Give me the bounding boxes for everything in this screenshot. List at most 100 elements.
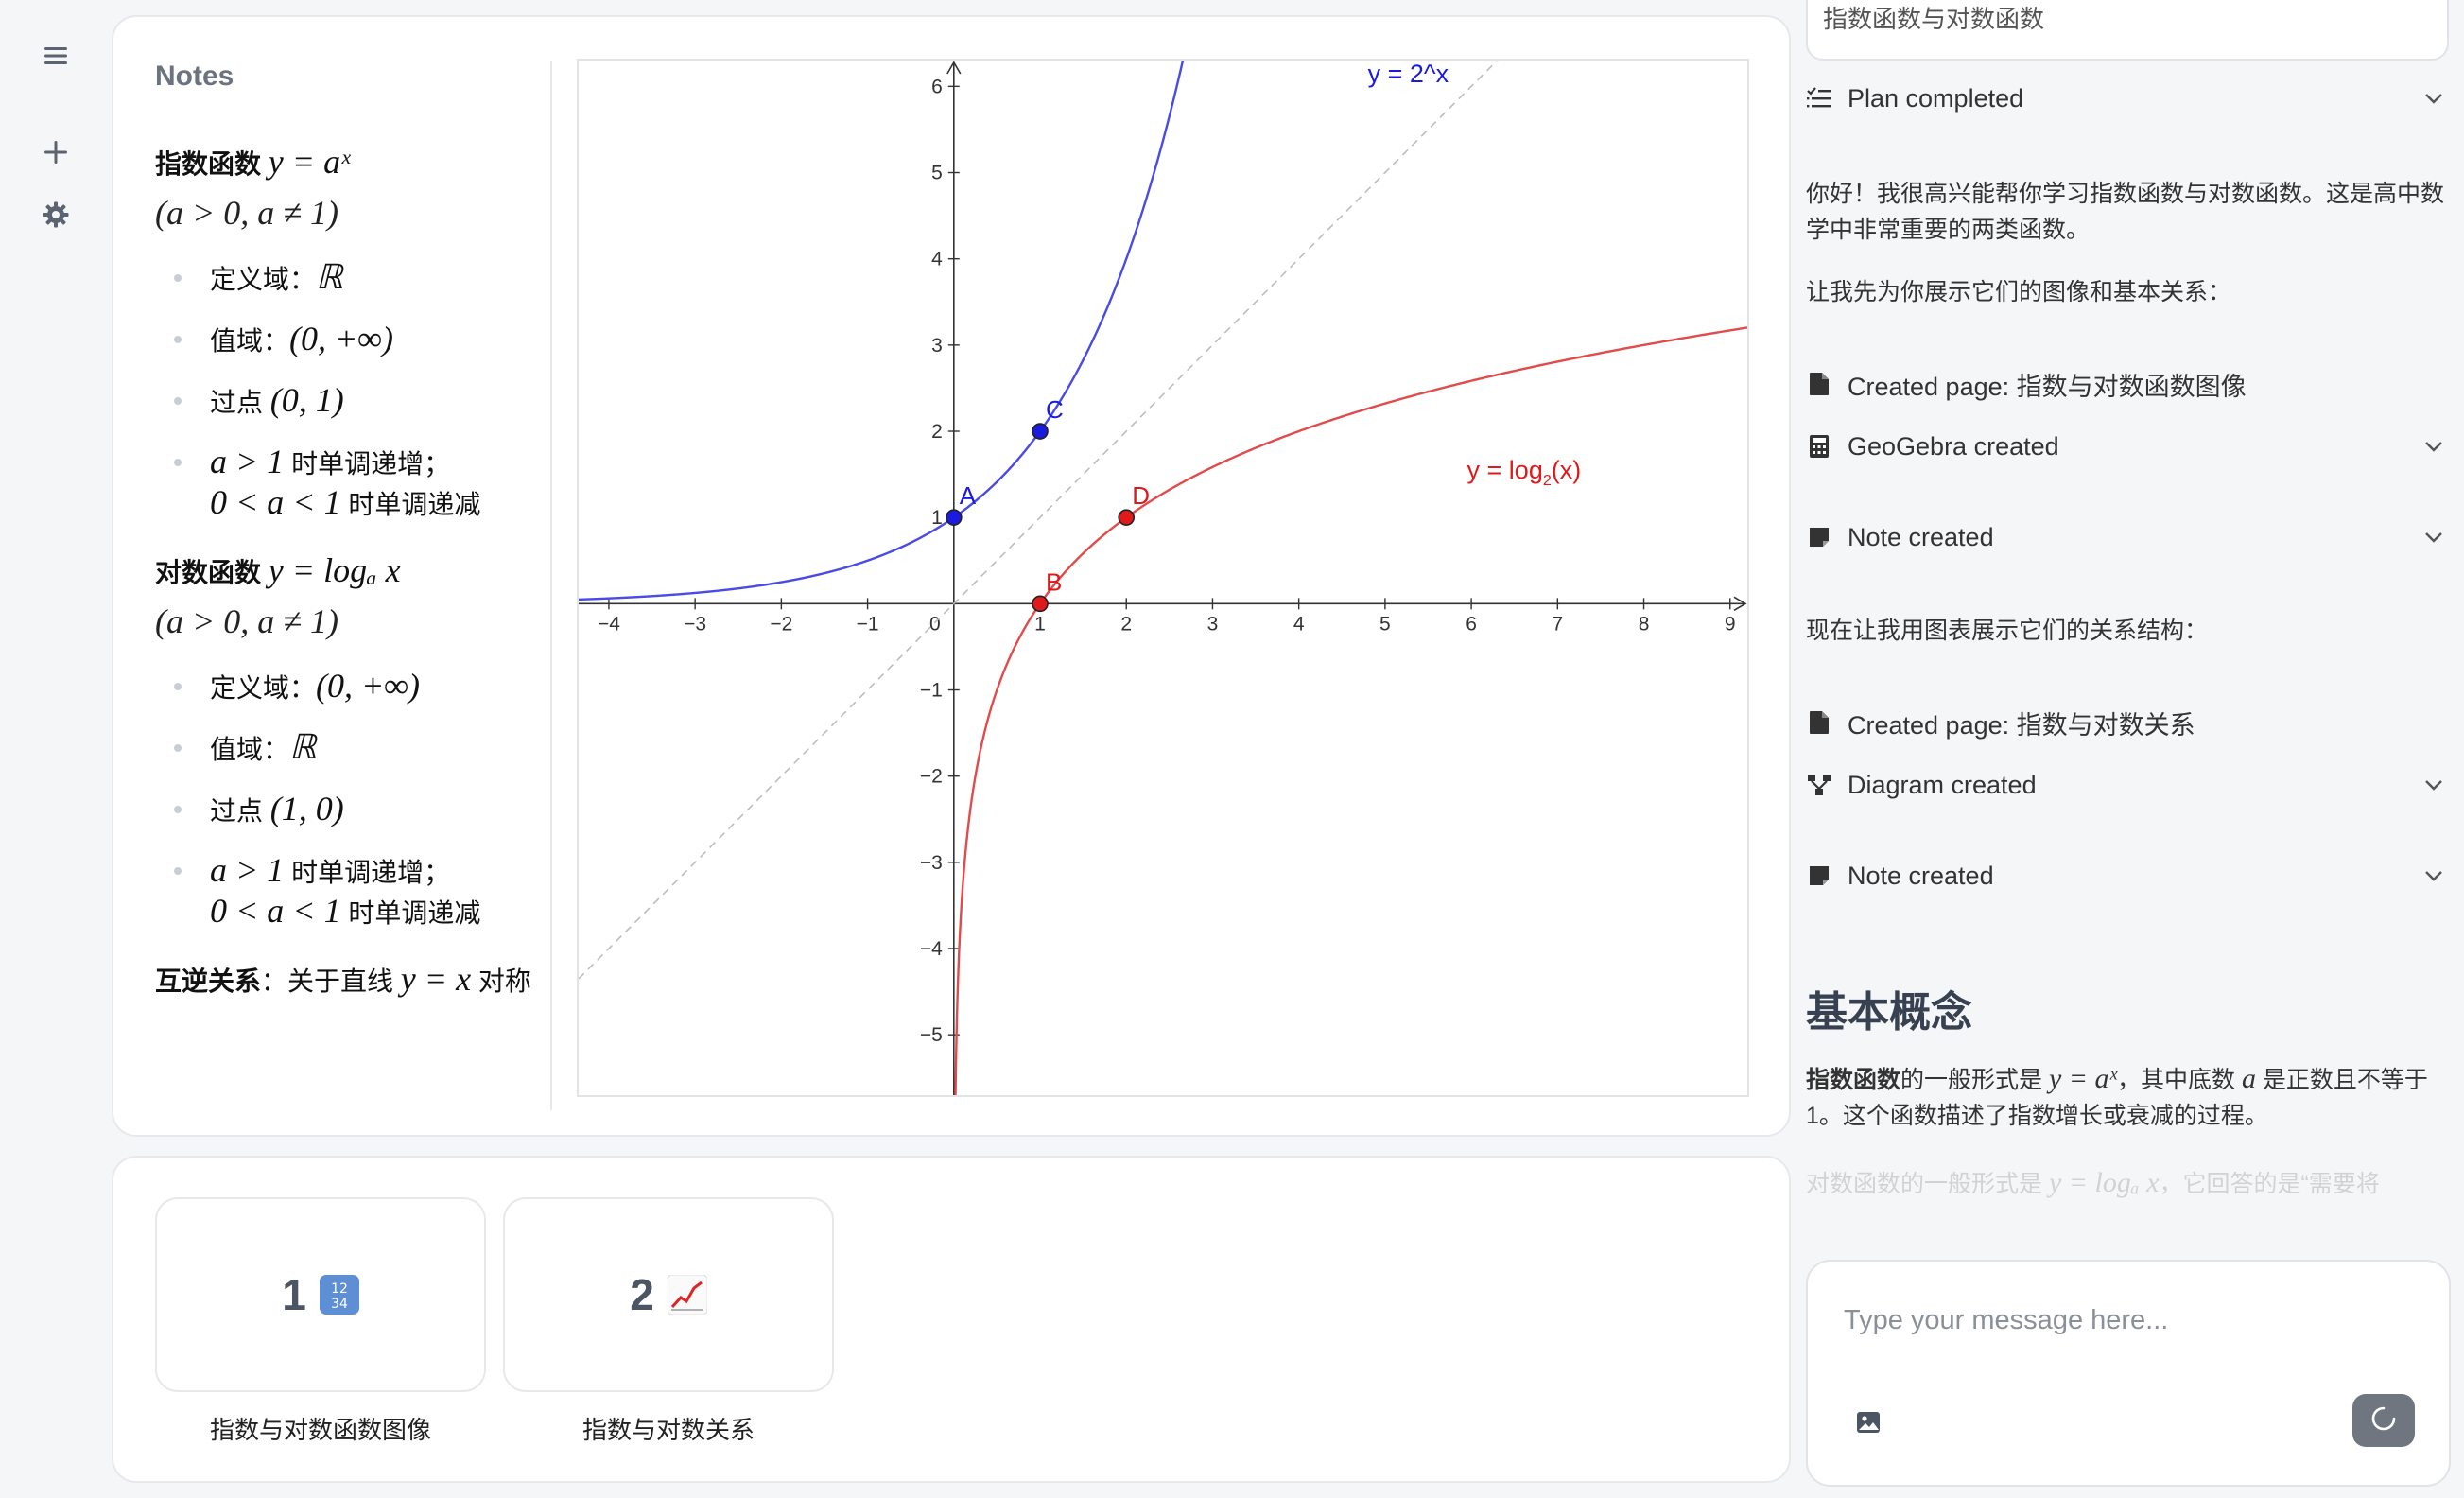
list-item: 定义域：ℝ — [172, 258, 550, 299]
note-created-label: Note created — [1848, 522, 1994, 551]
y-tick-label: 2 — [931, 421, 943, 443]
menu-icon[interactable] — [34, 34, 78, 78]
x-tick-label: −1 — [857, 613, 879, 635]
chevron-down-icon[interactable] — [2422, 774, 2445, 803]
chevron-down-icon[interactable] — [2422, 435, 2445, 464]
point-label-C: C — [1046, 395, 1064, 424]
exp-formula: y = aˣ — [268, 143, 351, 181]
x-tick-label: 4 — [1293, 613, 1305, 635]
y-tick-label: −3 — [920, 852, 943, 874]
y-tick-label: −2 — [920, 766, 943, 788]
list-item: a > 1 时单调递增； 0 < a < 1 时单调递减 — [172, 443, 550, 524]
diagram-created-row[interactable]: Diagram created — [1806, 764, 2449, 806]
chevron-down-icon[interactable] — [2422, 864, 2445, 894]
input-numbers-icon: 12 34 — [319, 1275, 359, 1315]
workspace-card: Notes 指数函数 y = aˣ (a > 0, a ≠ 1) 定义域：ℝ 值… — [112, 0, 1791, 1181]
y-tick-label: 5 — [931, 163, 943, 184]
assistant-paragraph: 让我先为你展示它们的图像和基本关系： — [1806, 279, 2232, 305]
list-item: 过点 (1, 0) — [172, 790, 550, 830]
chart-increasing-icon — [667, 1274, 708, 1315]
message-input[interactable]: Type your message here... — [1844, 1305, 2168, 1336]
exp-curve-label: y = 2^x — [1368, 61, 1449, 88]
point-label-D: D — [1132, 481, 1150, 510]
x-tick-label: 5 — [1379, 613, 1391, 635]
assistant-paragraph: 指数函数的一般形式是 y = aˣ，其中底数 a 是正数且不等于1。这个函数描述… — [1806, 1063, 2428, 1129]
notes-panel: Notes 指数函数 y = aˣ (a > 0, a ≠ 1) 定义域：ℝ 值… — [155, 61, 552, 1110]
geogebra-created-label: GeoGebra created — [1848, 431, 2059, 461]
geogebra-graph[interactable]: −4 −3 −2 −1 0 1 2 3 4 5 6 7 8 9 −5 −4 −3 −2 −1 1 2 3 4 5 6 A C B Dy … — [577, 0, 1749, 1181]
x-tick-label: 2 — [1120, 613, 1132, 635]
document-icon — [1806, 709, 1832, 736]
page-tile-1[interactable]: 1 12 34 — [155, 1197, 486, 1392]
assistant-paragraph-faded: 对数函数的一般形式是 y = logₐ x，它回答的是“需要将 — [1806, 1167, 2380, 1198]
page-number: 1 — [282, 1270, 306, 1319]
plan-completed-label: Plan completed — [1848, 83, 2024, 113]
send-button[interactable] — [2352, 1394, 2415, 1447]
exp-properties: 定义域：ℝ 值域：(0, +∞) 过点 (0, 1) a > 1 时单调递增； … — [172, 258, 550, 524]
exp-condition: (a > 0, a ≠ 1) — [155, 194, 339, 232]
page-tile-2[interactable]: 2 — [503, 1197, 834, 1392]
notes-title: Notes — [155, 61, 234, 92]
curve-2x — [578, 0, 1198, 601]
message-composer: Type your message here... — [1806, 1260, 2451, 1487]
user-message-bubble: 指数函数与对数函数 — [1806, 0, 2449, 61]
log-heading: 对数函数 y = logₐ x — [155, 547, 550, 597]
x-tick-label: −2 — [770, 613, 792, 635]
created-page-row[interactable]: Created page: 指数与对数函数图像 — [1806, 363, 2449, 405]
point-D — [1118, 509, 1136, 526]
created-page-label: Created page: 指数与对数关系 — [1848, 710, 2195, 740]
chevron-down-icon[interactable] — [2422, 87, 2445, 116]
x-tick-label: 6 — [1466, 613, 1477, 635]
y-tick-label: −4 — [920, 938, 943, 960]
log-formula: y = logₐ x — [268, 551, 401, 589]
loading-spinner-icon — [2370, 1405, 2397, 1437]
diagram-icon — [1806, 772, 1832, 798]
exp-heading: 指数函数 y = aˣ — [155, 138, 550, 188]
x-tick-label: 3 — [1207, 613, 1219, 635]
list-item: 值域：ℝ — [172, 728, 550, 769]
list-item: 定义域：(0, +∞) — [172, 667, 550, 707]
list-item: 值域：(0, +∞) — [172, 320, 550, 360]
left-rail — [0, 0, 112, 1498]
x-tick-label: 7 — [1552, 613, 1563, 635]
document-icon — [1806, 371, 1832, 397]
list-item: 过点 (0, 1) — [172, 381, 550, 422]
inverse-relation: 互逆关系：关于直线 y = x 对称 — [155, 960, 531, 998]
chevron-down-icon[interactable] — [2422, 526, 2445, 555]
line-y-equals-x — [578, 0, 1559, 980]
point-B — [1032, 595, 1049, 613]
calculator-icon — [1806, 433, 1832, 460]
note-created-row[interactable]: Note created — [1806, 516, 2449, 558]
plan-completed-row[interactable]: Plan completed — [1806, 78, 2449, 119]
note-created-label: Note created — [1848, 861, 1994, 890]
log-curve-label: y = log2(x) — [1467, 456, 1582, 489]
page-label-1: 指数与对数函数图像 — [209, 1416, 431, 1444]
graph-canvas[interactable]: −4 −3 −2 −1 0 1 2 3 4 5 6 7 8 9−5−4−3−2−1123456ACBDy … — [578, 0, 1748, 1181]
geogebra-created-row[interactable]: GeoGebra created — [1806, 426, 2449, 467]
diagram-created-label: Diagram created — [1848, 770, 2037, 799]
section-heading: 基本概念 — [1806, 989, 1972, 1036]
point-C — [1032, 423, 1049, 440]
point-label-B: B — [1046, 567, 1062, 596]
exp-heading-label: 指数函数 — [155, 149, 262, 179]
x-tick-label: 9 — [1725, 613, 1736, 635]
list-item: a > 1 时单调递增； 0 < a < 1 时单调递减 — [172, 851, 550, 932]
image-upload-icon[interactable] — [1855, 1409, 1887, 1441]
x-tick-label: 1 — [1034, 613, 1046, 635]
y-tick-label: 6 — [931, 76, 943, 97]
x-tick-label: −3 — [684, 613, 706, 635]
note-created-row[interactable]: Note created — [1806, 855, 2449, 897]
y-tick-label: −1 — [920, 680, 943, 702]
point-label-A: A — [960, 481, 977, 510]
note-icon — [1806, 862, 1832, 889]
new-chat-icon[interactable] — [34, 131, 78, 174]
settings-gear-icon[interactable] — [34, 193, 78, 236]
page-label-2: 指数与对数关系 — [581, 1416, 755, 1444]
created-page-row[interactable]: Created page: 指数与对数关系 — [1806, 702, 2449, 743]
log-heading-label: 对数函数 — [155, 558, 262, 587]
checklist-icon — [1806, 85, 1832, 112]
x-tick-label: −4 — [598, 613, 620, 635]
log-condition: (a > 0, a ≠ 1) — [155, 602, 339, 640]
svg-text:34: 34 — [331, 1297, 348, 1312]
note-icon — [1806, 524, 1832, 550]
